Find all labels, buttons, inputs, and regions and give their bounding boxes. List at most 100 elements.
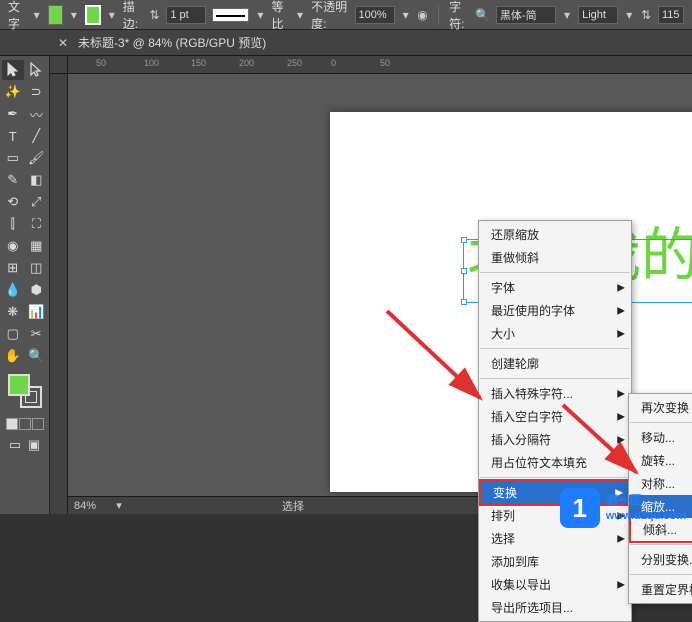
menu-item[interactable]: 收集以导出▶	[479, 573, 631, 596]
watermark-logo: 1	[560, 488, 600, 528]
draw-inside[interactable]	[32, 418, 44, 430]
shape-builder-tool[interactable]: ◉	[2, 236, 24, 256]
menu-item[interactable]: 重置定界框	[629, 578, 692, 601]
zoom-tool[interactable]: 🔍	[26, 346, 48, 366]
menu-separator	[630, 574, 692, 575]
menu-item[interactable]: 选择▶	[479, 527, 631, 550]
submenu-arrow-icon: ▶	[617, 282, 625, 293]
menu-separator	[480, 477, 630, 478]
ruler-tick: 150	[191, 58, 206, 68]
resize-handle[interactable]	[461, 237, 467, 243]
menu-item[interactable]: 插入空白字符▶	[479, 405, 631, 428]
shaper-tool[interactable]: ✎	[2, 170, 24, 190]
draw-normal[interactable]	[6, 418, 18, 430]
menu-item[interactable]: 插入特殊字符...▶	[479, 382, 631, 405]
artboard-tool[interactable]: ▢	[2, 324, 24, 344]
font-family-input[interactable]	[496, 6, 556, 24]
font-size-input[interactable]	[658, 6, 684, 24]
separator	[438, 5, 439, 25]
menu-item[interactable]: 分别变换...	[629, 548, 692, 571]
blend-tool[interactable]: ⬢	[26, 280, 48, 300]
menu-item[interactable]: 用占位符文本填充	[479, 451, 631, 474]
menu-item[interactable]: 再次变换	[629, 396, 692, 419]
opacity-input[interactable]	[355, 6, 395, 24]
stroke-color-swatch[interactable]	[85, 5, 101, 25]
resize-handle[interactable]	[461, 299, 467, 305]
menu-item[interactable]: 还原缩放	[479, 223, 631, 246]
stroke-style-preview[interactable]	[212, 8, 249, 22]
resize-handle[interactable]	[461, 268, 467, 274]
scale-tool[interactable]: ⤢	[26, 192, 48, 212]
hand-tool[interactable]: ✋	[2, 346, 24, 366]
gradient-tool[interactable]: ◫	[26, 258, 48, 278]
draw-behind[interactable]	[19, 418, 31, 430]
chevron-updown-icon[interactable]: ⇅	[640, 7, 652, 23]
stroke-label: 描边:	[123, 0, 143, 32]
menu-item[interactable]: 字体▶	[479, 276, 631, 299]
menu-item[interactable]: 旋转...	[629, 449, 692, 472]
submenu-arrow-icon: ▶	[617, 305, 625, 316]
rectangle-tool[interactable]: ▭	[2, 148, 24, 168]
vertical-ruler[interactable]	[50, 74, 68, 514]
eyedropper-tool[interactable]: 💧	[2, 280, 24, 300]
chevron-down-icon[interactable]: ▾	[562, 8, 572, 22]
screen-mode-icon[interactable]: ▣	[26, 438, 42, 452]
horizontal-ruler[interactable]: 50 100 150 200 250 0 50	[68, 56, 692, 74]
fill-stroke-indicator[interactable]	[8, 374, 42, 408]
toolbox: ✨⊃ ✒〰 T╱ ▭🖌 ✎◧ ⟲⤢ ⫿⛶ ◉▦ ⊞◫ 💧⬢ ❋📊 ▢✂ ✋🔍 ▭…	[0, 56, 50, 514]
chevron-down-icon[interactable]: ▾	[112, 499, 126, 513]
paintbrush-tool[interactable]: 🖌	[26, 148, 48, 168]
eraser-tool[interactable]: ◧	[26, 170, 48, 190]
perspective-tool[interactable]: ▦	[26, 236, 48, 256]
opacity-label: 不透明度:	[311, 0, 348, 32]
stroke-width-input[interactable]	[166, 6, 206, 24]
pen-tool[interactable]: ✒	[2, 104, 24, 124]
direct-selection-tool[interactable]	[26, 60, 48, 80]
ruler-tick: 200	[239, 58, 254, 68]
fill-indicator[interactable]	[8, 374, 30, 396]
mesh-tool[interactable]: ⊞	[2, 258, 24, 278]
line-tool[interactable]: ╱	[26, 126, 48, 146]
curvature-tool[interactable]: 〰	[26, 104, 48, 124]
chevron-down-icon[interactable]: ▾	[624, 8, 634, 22]
menu-item[interactable]: 重做倾斜	[479, 246, 631, 269]
menu-item[interactable]: 最近使用的字体▶	[479, 299, 631, 322]
graph-tool[interactable]: 📊	[26, 302, 48, 322]
width-tool[interactable]: ⫿	[2, 214, 24, 234]
ruler-tick: 0	[331, 58, 336, 68]
magic-wand-tool[interactable]: ✨	[2, 82, 24, 102]
chevron-updown-icon[interactable]: ⇅	[149, 7, 161, 23]
context-menu: 还原缩放重做倾斜字体▶最近使用的字体▶大小▶ 创建轮廓插入特殊字符...▶插入空白…	[478, 220, 632, 622]
style-icon[interactable]: ◉	[417, 7, 429, 23]
menu-item[interactable]: 插入分隔符▶	[479, 428, 631, 451]
selection-tool[interactable]	[2, 60, 24, 80]
rotate-tool[interactable]: ⟲	[2, 192, 24, 212]
font-weight-input[interactable]	[578, 6, 618, 24]
menu-item[interactable]: 添加到库	[479, 550, 631, 573]
document-tab-title[interactable]: 未标题-3* @ 84% (RGB/GPU 预览)	[78, 34, 266, 51]
close-icon[interactable]: ✕	[56, 36, 70, 50]
ruler-tick: 50	[96, 58, 106, 68]
chevron-down-icon[interactable]: ▾	[255, 8, 265, 22]
chevron-down-icon[interactable]: ▾	[31, 8, 41, 22]
chevron-down-icon[interactable]: ▾	[69, 8, 79, 22]
menu-separator	[480, 272, 630, 273]
screen-mode-icon[interactable]: ▭	[7, 438, 23, 452]
search-icon[interactable]: 🔍	[475, 7, 490, 23]
lasso-tool[interactable]: ⊃	[26, 82, 48, 102]
chevron-down-icon[interactable]: ▾	[401, 8, 411, 22]
zoom-level[interactable]: 84%	[74, 500, 96, 512]
menu-item[interactable]: 创建轮廓	[479, 352, 631, 375]
menu-item[interactable]: 导出所选项目...	[479, 596, 631, 619]
ruler-origin[interactable]	[50, 56, 68, 74]
menu-item[interactable]: 移动...	[629, 426, 692, 449]
chevron-down-icon[interactable]: ▾	[107, 8, 117, 22]
slice-tool[interactable]: ✂	[26, 324, 48, 344]
submenu-arrow-icon: ▶	[617, 434, 625, 445]
symbol-tool[interactable]: ❋	[2, 302, 24, 322]
chevron-down-icon[interactable]: ▾	[295, 8, 305, 22]
fill-color-swatch[interactable]	[48, 5, 63, 25]
menu-item[interactable]: 大小▶	[479, 322, 631, 345]
free-transform-tool[interactable]: ⛶	[26, 214, 48, 234]
type-tool[interactable]: T	[2, 126, 24, 146]
